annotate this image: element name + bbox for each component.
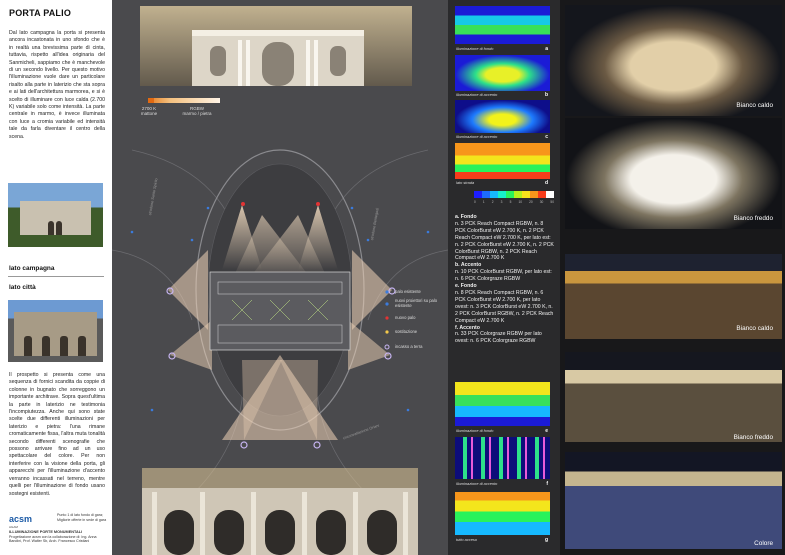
photo-door	[60, 336, 68, 356]
spec-heading-e: e. Fondo	[455, 283, 477, 290]
logo-subtitle: AGAM	[9, 525, 18, 529]
render-e	[455, 382, 550, 426]
render-c	[455, 100, 550, 133]
color-temperature-bar	[148, 98, 220, 103]
legend-incasso-a-terra: incasso a terra	[395, 344, 423, 349]
legend-symbols	[384, 290, 390, 350]
render-caption-b: illuminazione di accento b	[456, 92, 548, 98]
photo-door	[56, 221, 62, 235]
spec-text-a: n. 3 PCK Reach Compact RGBW, n. 8 PCK Co…	[455, 220, 554, 262]
photo-door	[24, 336, 32, 356]
photo-lato-citta	[8, 300, 103, 362]
illuminance-scale	[474, 191, 554, 198]
render-caption-d: lato strada d	[456, 180, 548, 186]
render-caption-g: tutto acceso g	[456, 537, 548, 543]
photo-building	[14, 312, 97, 356]
render-b	[455, 55, 550, 91]
photo-column: Bianco caldo Bianco freddo Bianco caldo …	[560, 0, 785, 555]
subtitle-lato-citta: lato città	[9, 284, 36, 291]
render-d	[455, 143, 550, 179]
legend-nuovo-palo: nuovo palo	[395, 315, 416, 320]
swatch-2700k-label: 2700 K mattone	[140, 106, 158, 117]
render-a	[455, 6, 550, 44]
render-f	[455, 437, 550, 479]
render-caption-c: illuminazione di accento c	[456, 134, 548, 140]
legend-nuovi-proiettori: nuovi proiettori su palo esistente	[395, 298, 438, 308]
photo-caption-3: Bianco caldo	[736, 325, 773, 332]
render-caption-a: illuminazione di fondo a	[456, 46, 548, 52]
photo-caption-5: Colore	[754, 540, 773, 547]
photo-door	[42, 336, 50, 356]
intro-paragraph: Dal lato campagna la porta si presenta a…	[9, 30, 105, 140]
legend-sostituzione: sostituzione	[395, 329, 418, 334]
spec-heading-b: b. Accento	[455, 262, 482, 269]
gara-note: Punto 1 di lato fondo di gara; Migliorie…	[57, 513, 107, 522]
spec-heading-f: f. Accento	[455, 324, 480, 331]
photo-bianco-freddo-1	[565, 118, 782, 229]
spec-heading-a: a. Fondo	[455, 214, 477, 220]
swatch-rgbw-label: RGBW marmo / pietra	[182, 106, 212, 117]
acsm-logo: acsm	[9, 514, 33, 524]
2700k-swatch	[148, 98, 154, 103]
divider	[8, 276, 104, 277]
photo-door	[78, 336, 86, 356]
illuminance-scale-labels: 0 1 2 3 5 10 20 30 50	[474, 200, 554, 204]
spec-text-b: n. 10 PCK ColorBurst RGBW, per lato est:…	[455, 269, 552, 283]
render-column: illuminazione di fondo a illuminazione di…	[448, 0, 560, 555]
photo-lato-campagna	[8, 183, 103, 247]
photo-caption-2: Bianco freddo	[733, 215, 773, 222]
photo-door	[48, 221, 54, 235]
credits: ILLUMINAZIONE PORTE MONUMENTALI Progetta…	[9, 530, 105, 544]
bottom-elevation	[142, 468, 418, 555]
lighting-plan: 2700 K mattone RGBW marmo / pietra palo …	[112, 0, 448, 555]
body-paragraph: Il prospetto si presenta come una sequen…	[9, 372, 105, 497]
render-caption-e: illuminazione di fondo e	[456, 428, 548, 434]
photo-bianco-caldo-1	[565, 5, 782, 116]
legend-palo-esistente: palo esistente	[395, 289, 421, 294]
spec-text-f: n. 33 PCK Colorgraze RGBW per lato ovest…	[455, 331, 542, 345]
photo-colore	[565, 452, 782, 549]
text-column: PORTA PALIO Dal lato campagna la porta s…	[0, 0, 112, 555]
fixture-spec: a. Fondo n. 3 PCK Reach Compact RGBW, n.…	[455, 214, 555, 345]
photo-building	[20, 201, 91, 235]
render-caption-f: illuminazione di accento f	[456, 481, 548, 487]
subtitle-lato-campagna: lato campagna	[9, 265, 55, 272]
photo-caption-1: Bianco caldo	[736, 102, 773, 109]
gate-floorplan	[209, 271, 351, 351]
credits-text: Progettazione acsm con la collaborazione…	[9, 534, 97, 544]
plan-drawing	[112, 6, 448, 555]
top-elevation	[140, 6, 412, 86]
presentation-board: PORTA PALIO Dal lato campagna la porta s…	[0, 0, 785, 555]
photo-bianco-freddo-2	[565, 352, 782, 442]
spec-text-e: n. 8 PCK Reach Compact RGBW, n. 6 PCK Co…	[455, 289, 554, 324]
photo-caption-4: Bianco freddo	[733, 434, 773, 441]
board-title: PORTA PALIO	[9, 8, 72, 18]
render-g	[455, 492, 550, 535]
